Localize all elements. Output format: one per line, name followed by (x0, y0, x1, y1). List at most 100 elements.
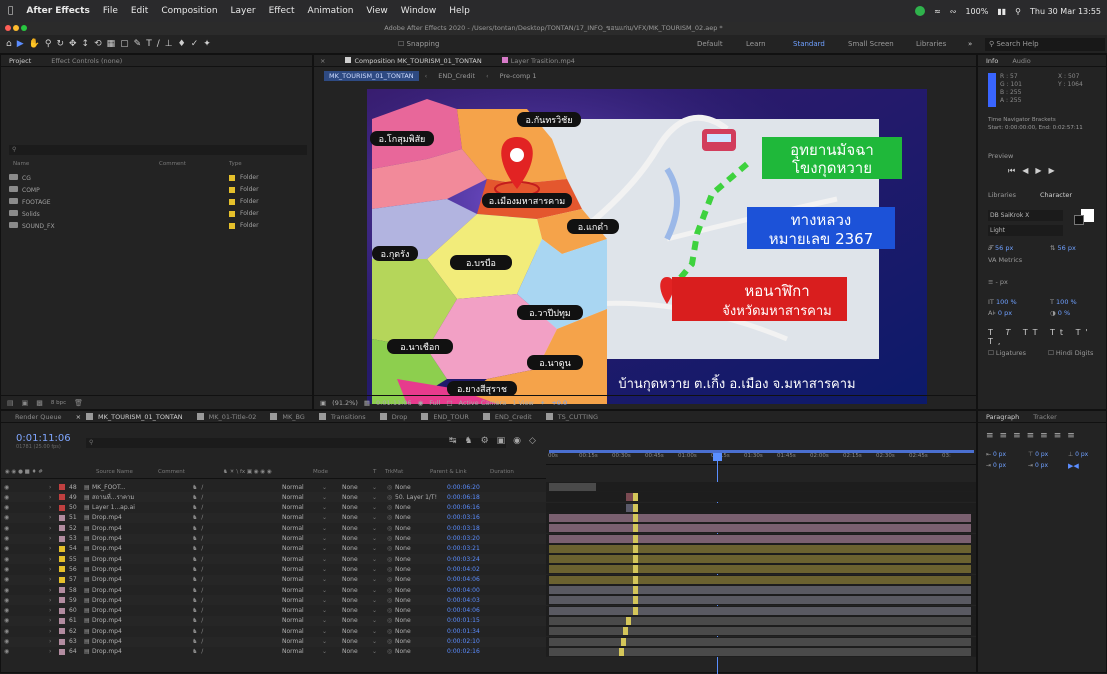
pickwhip-icon[interactable]: ◎ (387, 576, 395, 583)
layer-track[interactable] (546, 636, 976, 647)
layer-label-swatch[interactable] (59, 607, 65, 614)
tab-info[interactable]: Info (986, 57, 998, 65)
font-style-select[interactable]: Light (988, 225, 1063, 236)
camera-dropdown[interactable]: Active Camera (459, 399, 507, 407)
menu-help[interactable]: Help (449, 6, 470, 16)
layer-duration-bar[interactable] (549, 575, 971, 584)
layer-mode[interactable]: Normal (282, 484, 322, 491)
layer-label-swatch[interactable] (59, 494, 65, 501)
snapshot-icon[interactable]: ◉ (418, 399, 424, 407)
layer-duration-bar[interactable] (549, 616, 971, 625)
layer-switches[interactable]: ♞ ∕ (192, 576, 282, 583)
expand-icon[interactable]: › (49, 638, 59, 645)
layer-mode[interactable]: Normal (282, 566, 322, 573)
layer-duration-bar[interactable] (549, 627, 971, 636)
pickwhip-icon[interactable]: ◎ (387, 504, 395, 511)
layer-duration-bar[interactable] (549, 483, 596, 491)
layer-switches[interactable]: ♞ ∕ (192, 628, 282, 635)
layer-track[interactable] (546, 585, 976, 595)
new-comp-icon[interactable]: ▩ (36, 399, 43, 407)
text-direction-buttons[interactable]: ▶◀ (1068, 462, 1079, 470)
new-folder-icon[interactable]: ▣ (22, 399, 29, 407)
layer-parent[interactable]: None (395, 484, 447, 491)
tab-render-queue[interactable]: Render Queue (15, 413, 62, 421)
layer-row[interactable]: ◉ › 58 ▤ Drop.mp4 ♞ ∕ Normal ⌄ None ⌄ ◎ None 0:00:04… (1, 585, 546, 595)
tab-paragraph[interactable]: Paragraph (986, 413, 1019, 421)
zoom-tool-icon[interactable]: ⚲ (45, 39, 52, 49)
expand-icon[interactable]: › (49, 514, 59, 521)
menu-animation[interactable]: Animation (308, 6, 354, 16)
eye-icon[interactable]: ◉ (1, 617, 11, 624)
layer-parent[interactable]: None (395, 576, 447, 583)
time-ruler[interactable]: 00s 00:15s 00:30s 00:45s 01:00s 01:15s 0… (546, 453, 976, 465)
eye-icon[interactable]: ◉ (1, 535, 11, 542)
rotate-tool-icon[interactable]: ⟲ (94, 39, 102, 49)
menu-file[interactable]: File (103, 6, 118, 16)
layer-duration-bar[interactable] (549, 647, 971, 656)
chevron-down-icon[interactable]: ⌄ (372, 587, 387, 594)
pickwhip-icon[interactable]: ◎ (387, 628, 395, 635)
chevron-down-icon[interactable]: ⌄ (372, 566, 387, 573)
chevron-down-icon[interactable]: ⌄ (322, 576, 342, 583)
wifi-icon[interactable]: ≈ (934, 7, 941, 16)
layer-track[interactable] (546, 646, 976, 657)
layer-mode[interactable]: Normal (282, 638, 322, 645)
layer-duration[interactable]: 0:00:04:06 (447, 576, 480, 583)
layer-parent[interactable]: None (395, 648, 447, 655)
rectangle-tool-icon[interactable]: ▢ (120, 39, 129, 49)
layer-trkmat[interactable]: None (342, 597, 372, 604)
subtab-mk-tourism[interactable]: MK_TOURISM_01_TONTAN (324, 70, 419, 81)
layer-parent[interactable]: None (395, 597, 447, 604)
ligatures-checkbox[interactable]: ☐ Ligatures (988, 349, 1026, 357)
layer-row[interactable]: ◉ › 54 ▤ Drop.mp4 ♞ ∕ Normal ⌄ None ⌄ ◎ None 0:00:03… (1, 543, 546, 554)
expand-icon[interactable]: › (49, 484, 59, 491)
chevron-down-icon[interactable]: ⌄ (372, 628, 387, 635)
tab-character[interactable]: Character (1040, 191, 1072, 199)
pickwhip-icon[interactable]: ◎ (387, 597, 395, 604)
chevron-down-icon[interactable]: ⌄ (372, 617, 387, 624)
pen-tool-icon[interactable]: ✎ (134, 39, 142, 49)
project-search-input[interactable]: ⚲ (9, 145, 307, 155)
project-row[interactable]: SOUND_FX Folder (9, 220, 307, 231)
layer-row[interactable]: ◉ › 56 ▤ Drop.mp4 ♞ ∕ Normal ⌄ None ⌄ ◎ None 0:00:04… (1, 564, 546, 575)
layer-track[interactable] (546, 554, 976, 565)
col-duration[interactable]: Duration (490, 469, 514, 478)
timeline-current-time[interactable]: 0:01:11:06 (16, 433, 71, 444)
layer-track[interactable] (546, 512, 976, 523)
chevron-down-icon[interactable]: ⌄ (322, 556, 342, 563)
eye-icon[interactable]: ◉ (1, 648, 11, 655)
layer-duration-bar[interactable] (549, 596, 971, 605)
tab-audio[interactable]: Audio (1012, 57, 1030, 65)
tab-composition[interactable]: Composition MK_TOURISM_01_TONTAN (345, 56, 482, 65)
layer-name[interactable]: Drop.mp4 (92, 607, 192, 614)
menu-composition[interactable]: Composition (161, 6, 217, 16)
layer-in-point[interactable] (633, 586, 638, 594)
workspace-default[interactable]: Default (697, 40, 723, 48)
selection-tool-icon[interactable]: ▶ (17, 39, 24, 49)
space-after[interactable]: ⊥ 0 px (1068, 451, 1088, 458)
layer-duration[interactable]: 0:00:04:03 (447, 597, 480, 604)
layer-in-point[interactable] (621, 637, 626, 646)
layer-row[interactable]: ◉ › 62 ▤ Drop.mp4 ♞ ∕ Normal ⌄ None ⌄ ◎ None 0:00:01… (1, 626, 546, 637)
tab-timeline-end-tour[interactable]: END_TOUR (421, 413, 469, 421)
layer-name[interactable]: Drop.mp4 (92, 535, 192, 542)
layer-trkmat[interactable]: None (342, 494, 372, 501)
layer-label-swatch[interactable] (59, 504, 65, 511)
first-line-indent[interactable]: ⇥ 0 px (986, 462, 1006, 469)
layer-track[interactable] (546, 502, 976, 513)
expand-icon[interactable]: › (49, 494, 59, 501)
layer-track[interactable] (546, 482, 976, 492)
layer-duration[interactable]: 0:00:02:16 (447, 648, 480, 655)
layer-track[interactable] (546, 492, 976, 503)
expand-icon[interactable]: › (49, 628, 59, 635)
leading-field[interactable]: ⇅ 56 px (1050, 244, 1076, 252)
project-row[interactable]: FOOTAGE Folder (9, 196, 307, 207)
layer-row[interactable]: ◉ › 55 ▤ Drop.mp4 ♞ ∕ Normal ⌄ None ⌄ ◎ None 0:00:03… (1, 554, 546, 565)
chevron-down-icon[interactable]: ⌄ (322, 597, 342, 604)
bpc-toggle[interactable]: 8 bpc (51, 400, 66, 406)
layer-parent[interactable]: None (395, 535, 447, 542)
layer-switches[interactable]: ♞ ∕ (192, 648, 282, 655)
layer-switches[interactable]: ♞ ∕ (192, 638, 282, 645)
pickwhip-icon[interactable]: ◎ (387, 587, 395, 594)
menu-layer[interactable]: Layer (231, 6, 256, 16)
